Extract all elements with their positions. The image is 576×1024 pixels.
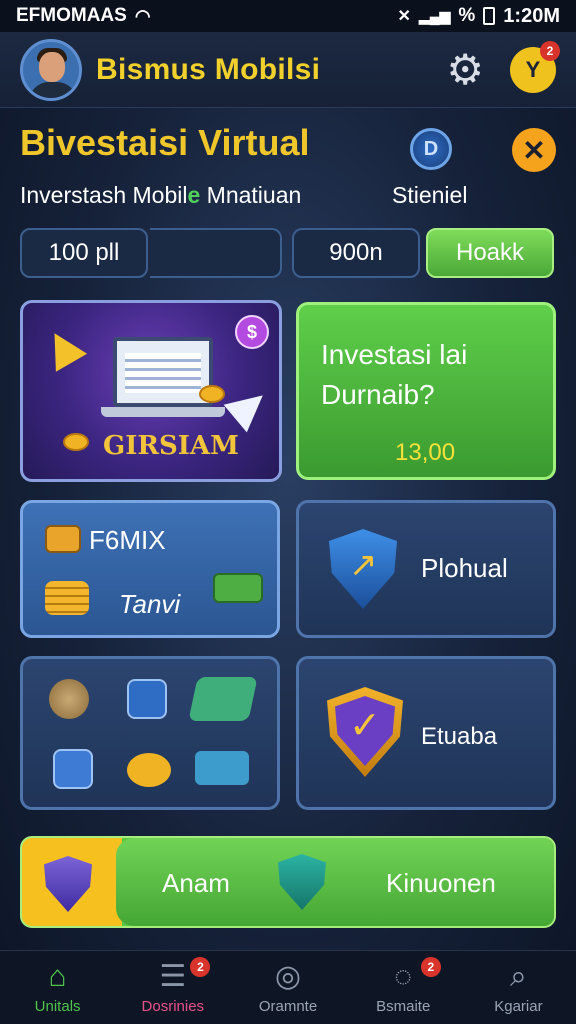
amount-extension-field[interactable] — [150, 228, 282, 278]
bell-icon: ◌ — [394, 960, 413, 993]
banknote-icon — [188, 677, 258, 721]
subtitle-right: Stieniel — [392, 182, 468, 208]
banner-right-label: Kinuonen — [386, 868, 496, 898]
app-header: Bismus Mobilsi ⚙ Y 2 — [0, 32, 576, 108]
coin-stack-icon — [199, 385, 225, 403]
amount-field[interactable]: 100 pll — [20, 228, 148, 278]
nav-label: Dosrinies — [141, 998, 205, 1015]
subtitle: Inverstash Mobile Mnatiuan — [20, 182, 301, 209]
subtitle-start: Inverstash Mobil — [20, 182, 188, 208]
shield-icon — [329, 529, 397, 609]
checkmark-shield-icon — [327, 687, 403, 777]
carrier-label: EFMOMAAS — [16, 5, 127, 26]
gear-icon[interactable]: ⚙ — [446, 48, 484, 91]
gear-coin-icon — [49, 679, 89, 719]
battery-label: % — [458, 5, 476, 26]
avatar[interactable] — [20, 38, 82, 101]
nav-badge: 2 — [420, 957, 441, 977]
header-actions: ⚙ Y 2 — [446, 40, 560, 93]
fomix-label: F6MIX — [89, 525, 166, 555]
nav-label: Kgariar — [494, 998, 543, 1015]
notification-badge: 2 — [540, 40, 560, 61]
status-right: ✕ ▂▄▆ % 1:20M — [398, 5, 560, 28]
clock: 1:20M — [503, 4, 560, 27]
bottom-nav: ⌂ Unitals ☰ 2 Dosrinies ◎ Oramnte ◌ 2 Bs… — [0, 950, 576, 1024]
nav-item-dosrinies[interactable]: ☰ 2 Dosrinies — [115, 951, 230, 1024]
invest-price: 13,00 — [395, 439, 456, 466]
search-icon: ⌕ — [510, 960, 527, 993]
coin-icon[interactable]: D — [410, 128, 452, 170]
hoakk-button[interactable]: Hoakk — [426, 228, 554, 278]
subtitle-accent: e — [187, 182, 201, 208]
invest-question: Investasi lai Durnaib? — [321, 335, 467, 415]
invest-card[interactable]: Investasi lai Durnaib? 13,00 — [296, 302, 556, 480]
app-title: Bismus Mobilsi — [96, 52, 321, 86]
purple-shield-icon — [44, 856, 92, 912]
profile-letter: Y — [525, 56, 541, 82]
triangle-icon — [38, 324, 88, 372]
list-icon: ☰ — [159, 960, 187, 993]
wallet-icon — [127, 679, 167, 719]
fomix-sub: Tanvi — [119, 589, 181, 619]
avatar-suit — [29, 81, 77, 98]
coin-symbol: D — [423, 137, 439, 160]
gold-coins-icon — [127, 753, 171, 787]
plohual-label: Plohual — [421, 553, 508, 583]
mute-icon: ✕ — [397, 8, 411, 25]
page-title: Bivestaisi Virtual — [20, 122, 310, 163]
nav-item-bsmaite[interactable]: ◌ 2 Bsmaite — [346, 951, 461, 1024]
truck-icon — [213, 573, 263, 603]
close-icon: ✕ — [522, 134, 546, 166]
avatar-face — [39, 51, 65, 82]
subtitle-end: Mnatiuan — [200, 182, 302, 208]
laptop-icon — [101, 337, 225, 417]
paper-plane-icon — [223, 381, 275, 433]
features-card[interactable] — [20, 656, 280, 810]
plohual-card[interactable]: Plohual — [296, 500, 556, 638]
nav-badge: 2 — [190, 957, 211, 977]
nav-item-oramnte[interactable]: ◎ Oramnte — [230, 951, 345, 1024]
promo-label: GIRSIAM — [103, 431, 239, 461]
wifi-icon: ◠ — [134, 5, 151, 26]
nav-label: Unitals — [34, 998, 81, 1015]
cash-icon — [63, 433, 89, 451]
compass-icon: ◎ — [274, 960, 302, 993]
close-button[interactable]: ✕ — [512, 128, 556, 172]
home-icon: ⌂ — [48, 960, 67, 993]
second-field[interactable]: 900n — [292, 228, 420, 278]
dollar-badge-icon: $ — [235, 315, 269, 349]
nav-label: Bsmaite — [376, 998, 431, 1015]
promo-card[interactable]: $ GIRSIAM — [20, 300, 282, 482]
coins-icon — [45, 581, 89, 615]
money-bag-icon — [45, 525, 81, 553]
battery-icon — [483, 7, 496, 25]
invest-question-line1: Investasi lai — [321, 339, 468, 370]
magnifier-icon — [53, 749, 93, 789]
profile-button[interactable]: Y 2 — [510, 40, 560, 93]
etuaba-label: Etuaba — [421, 723, 498, 750]
banner-left-label: Anam — [162, 868, 230, 898]
fomix-card[interactable]: F6MIX Tanvi — [20, 500, 280, 638]
nav-item-unitals[interactable]: ⌂ Unitals — [0, 951, 115, 1024]
etuaba-card[interactable]: Etuaba — [296, 656, 556, 810]
status-bar: EFMOMAAS ◠ ✕ ▂▄▆ % 1:20M — [0, 0, 576, 32]
nav-label: Oramnte — [258, 998, 318, 1015]
spreadsheet-graphic — [125, 353, 201, 393]
bottom-banner[interactable]: Anam Kinuonen — [20, 836, 556, 928]
invest-question-line2: Durnaib? — [321, 379, 435, 410]
delivery-truck-icon — [195, 751, 249, 785]
signal-icon: ▂▄▆ — [418, 7, 451, 24]
nav-item-kgariar[interactable]: ⌕ Kgariar — [461, 951, 576, 1024]
